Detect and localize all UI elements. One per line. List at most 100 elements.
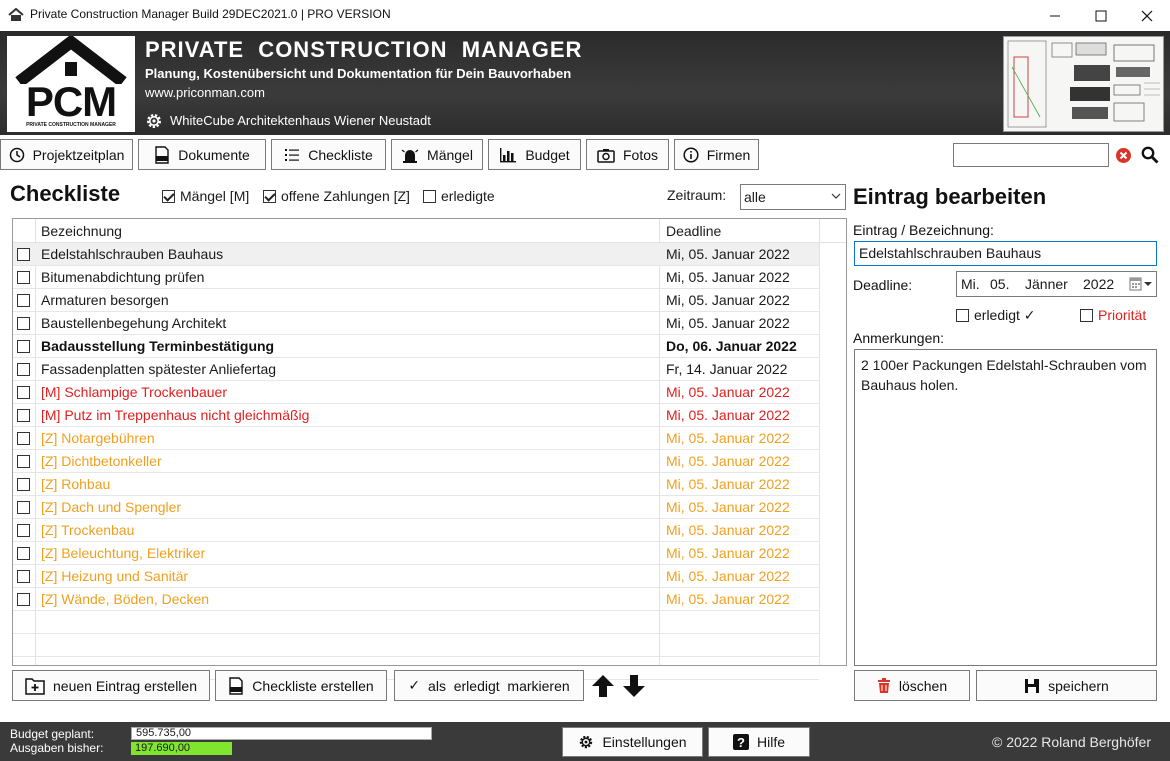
row-deadline: Mi, 05. Januar 2022 [666, 476, 790, 492]
project-plan-thumbnail[interactable] [1003, 36, 1164, 132]
move-up-arrow-icon[interactable] [591, 674, 615, 698]
filter-maengel[interactable]: Mängel [M] [162, 188, 249, 204]
filter-zahlungen-checkbox[interactable] [263, 189, 276, 203]
table-row[interactable]: Badausstellung Terminbestätigung Do, 06. … [13, 335, 819, 358]
deadline-date-picker[interactable]: Mi. 05. Jänner 2022 [956, 271, 1157, 297]
table-row[interactable]: [Z] Notargebühren Mi, 05. Januar 2022 [13, 427, 819, 450]
clear-search-icon[interactable] [1115, 147, 1132, 164]
zeitraum-select[interactable]: alle [740, 184, 846, 210]
row-checkbox[interactable] [17, 593, 30, 606]
row-checkbox[interactable] [17, 271, 30, 284]
row-checkbox[interactable] [17, 409, 30, 422]
row-deadline: Fr, 14. Januar 2022 [666, 361, 788, 377]
row-checkbox[interactable] [17, 455, 30, 468]
row-checkbox[interactable] [17, 524, 30, 537]
row-checkbox[interactable] [17, 501, 30, 514]
settings-button[interactable]: Einstellungen [562, 727, 703, 757]
deadline-day[interactable]: 05. [990, 276, 1009, 292]
row-deadline: Do, 06. Januar 2022 [666, 338, 797, 354]
row-checkbox[interactable] [17, 547, 30, 560]
table-row[interactable]: Bitumenabdichtung prüfen Mi, 05. Januar 2… [13, 266, 819, 289]
table-row[interactable]: [Z] Heizung und Sanitär Mi, 05. Januar 20… [13, 565, 819, 588]
delete-button[interactable]: löschen [854, 670, 970, 701]
search-input[interactable] [953, 143, 1109, 167]
table-row[interactable]: [Z] Trockenbau Mi, 05. Januar 2022 [13, 519, 819, 542]
row-checkbox[interactable] [17, 478, 30, 491]
notes-textarea[interactable]: 2 100er Packungen Edelstahl-Schrauben vo… [854, 349, 1157, 666]
table-row[interactable]: Edelstahlschrauben Bauhaus Mi, 05. Januar… [13, 243, 819, 266]
minimize-button[interactable] [1032, 0, 1078, 31]
calendar-dropdown-icon[interactable] [1129, 277, 1153, 291]
camera-icon [597, 148, 615, 163]
entry-input[interactable]: Edelstahlschrauben Bauhaus [854, 241, 1157, 266]
table-row[interactable]: Armaturen besorgen Mi, 05. Januar 2022 [13, 289, 819, 312]
deadline-year[interactable]: 2022 [1083, 276, 1114, 292]
spent-value-bar: 197.690,00 [131, 742, 232, 755]
window-title: Private Construction Manager Build 29DEC… [30, 7, 391, 21]
search-icon[interactable] [1141, 146, 1159, 164]
nav-firmen[interactable]: Firmen [674, 139, 759, 170]
zeitraum-label: Zeitraum: [667, 187, 727, 203]
deadline-month[interactable]: Jänner [1025, 276, 1068, 292]
bar-chart-icon [500, 147, 517, 162]
maximize-button[interactable] [1078, 0, 1124, 31]
column-header-bezeichnung[interactable]: Bezeichnung [41, 223, 122, 239]
window-titlebar: Private Construction Manager Build 29DEC… [0, 0, 1170, 31]
table-row[interactable]: [M] Putz im Treppenhaus nicht gleichmäßi… [13, 404, 819, 427]
deadline-weekday[interactable]: Mi. [961, 276, 980, 292]
row-checkbox[interactable] [17, 294, 30, 307]
row-checkbox[interactable] [17, 340, 30, 353]
filter-offene-zahlungen[interactable]: offene Zahlungen [Z] [263, 188, 410, 204]
nav-dokumente[interactable]: Dokumente [138, 139, 266, 170]
create-checklist-button[interactable]: Checkliste erstellen [215, 670, 387, 701]
priority-checkbox[interactable] [1080, 308, 1093, 322]
chevron-down-icon [831, 193, 841, 199]
done-checkbox[interactable] [956, 309, 969, 322]
row-checkbox[interactable] [17, 363, 30, 376]
table-row[interactable]: Fassadenplatten spätester Anliefertag Fr,… [13, 358, 819, 381]
done-toggle[interactable]: erledigt ✓ [956, 307, 1036, 324]
row-checkbox[interactable] [17, 570, 30, 583]
row-checkbox[interactable] [17, 317, 30, 330]
nav-maengel[interactable]: Mängel [391, 139, 483, 170]
gear-icon[interactable] [145, 112, 163, 130]
close-window-button[interactable] [1124, 0, 1170, 31]
budget-planned-value: 595.735,00 [131, 727, 432, 740]
row-bezeichnung: [M] Schlampige Trockenbauer [41, 384, 227, 400]
row-checkbox[interactable] [17, 432, 30, 445]
table-row[interactable]: [M] Schlampige Trockenbauer Mi, 05. Janua… [13, 381, 819, 404]
row-checkbox[interactable] [17, 386, 30, 399]
table-row[interactable]: [Z] Dichtbetonkeller Mi, 05. Januar 2022 [13, 450, 819, 473]
row-bezeichnung: Fassadenplatten spätester Anliefertag [41, 361, 277, 377]
table-row[interactable]: Baustellenbegehung Architekt Mi, 05. Janu… [13, 312, 819, 335]
row-deadline: Mi, 05. Januar 2022 [666, 246, 790, 262]
table-row[interactable]: [Z] Dach und Spengler Mi, 05. Januar 2022 [13, 496, 819, 519]
row-checkbox[interactable] [17, 248, 30, 261]
table-row[interactable]: [Z] Beleuchtung, Elektriker Mi, 05. Janua… [13, 542, 819, 565]
app-url[interactable]: www.priconman.com [145, 85, 265, 100]
new-entry-button[interactable]: neuen Eintrag erstellen [12, 670, 210, 701]
filter-erledigte[interactable]: erledigte [423, 188, 495, 204]
project-name[interactable]: WhiteCube Architektenhaus Wiener Neustad… [170, 113, 431, 128]
move-down-arrow-icon[interactable] [622, 674, 646, 698]
column-header-deadline[interactable]: Deadline [666, 223, 721, 239]
pdf-document-icon [229, 676, 243, 695]
table-row[interactable]: [Z] Wände, Böden, Decken Mi, 05. Januar 2… [13, 588, 819, 611]
nav-budget[interactable]: Budget [488, 139, 581, 170]
nav-projektzeitplan[interactable]: Projektzeitplan [0, 139, 133, 170]
row-bezeichnung: Baustellenbegehung Architekt [41, 315, 227, 331]
priority-toggle[interactable]: Priorität [1080, 307, 1146, 323]
maximize-icon [1095, 10, 1107, 21]
notes-label: Anmerkungen: [853, 330, 945, 346]
row-bezeichnung: [Z] Heizung und Sanitär [41, 568, 189, 584]
nav-fotos[interactable]: Fotos [586, 139, 669, 170]
nav-checkliste[interactable]: Checkliste [271, 139, 386, 170]
filter-maengel-checkbox[interactable] [162, 189, 175, 203]
save-button[interactable]: speichern [976, 670, 1157, 701]
row-deadline: Mi, 05. Januar 2022 [666, 591, 790, 607]
help-button[interactable]: ? Hilfe [708, 727, 810, 757]
nav-label: Mängel [427, 146, 473, 163]
table-row[interactable]: [Z] Rohbau Mi, 05. Januar 2022 [13, 473, 819, 496]
filter-erledigte-checkbox[interactable] [423, 189, 436, 203]
mark-done-button[interactable]: ✓ als erledigt markieren [394, 670, 584, 701]
